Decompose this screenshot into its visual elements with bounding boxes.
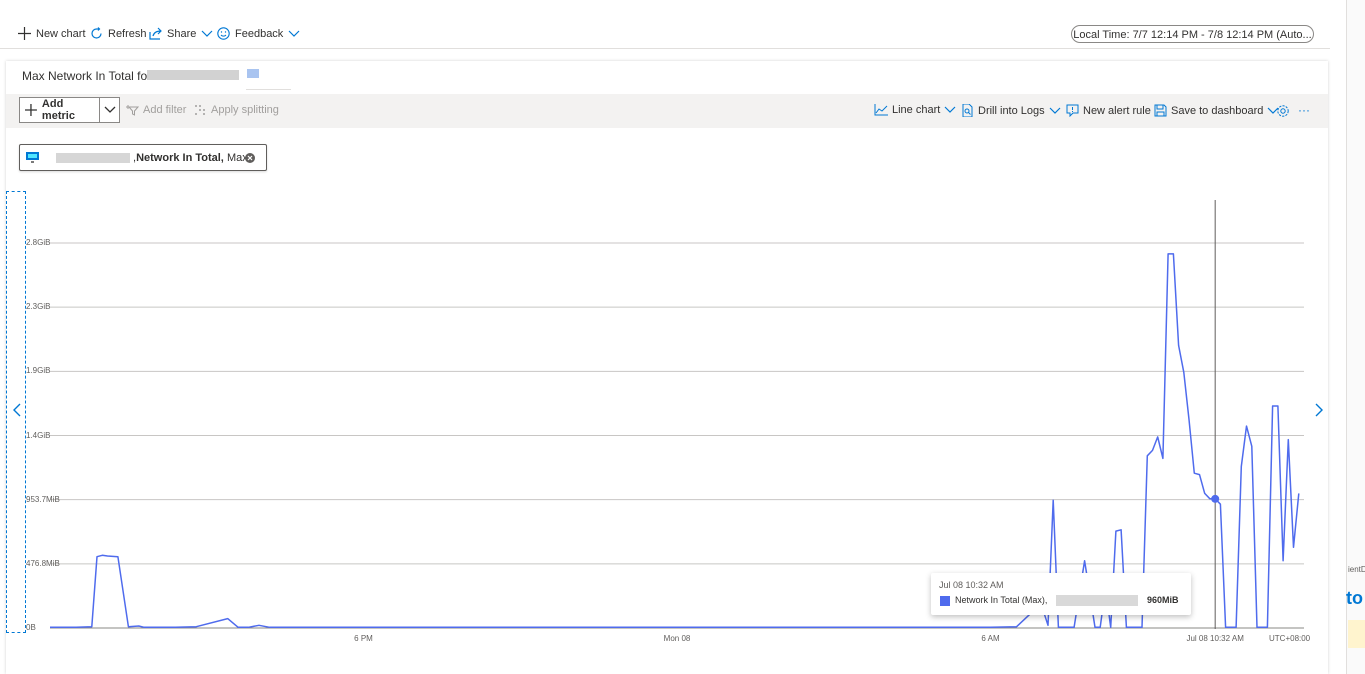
refresh-icon <box>91 27 102 39</box>
x-tick-label: Jul 08 10:32 AM <box>1186 634 1244 643</box>
chevron-left-icon[interactable] <box>12 403 21 417</box>
tooltip-datetime: Jul 08 10:32 AM <box>939 580 1004 590</box>
feedback-label: Feedback <box>235 27 284 40</box>
chart-card: Max Network In Total fo Add metric Add f… <box>6 61 1328 674</box>
y-tick-label: 1.4GiB <box>26 430 51 440</box>
plus-icon <box>18 27 31 40</box>
y-tick-label: 476.8MiB <box>26 558 60 568</box>
y-tick-label: 953.7MiB <box>26 494 60 504</box>
time-range-button[interactable]: Local Time: 7/7 12:14 PM - 7/8 12:14 PM … <box>1071 25 1314 43</box>
x-tick-label: 6 AM <box>981 634 1000 643</box>
series-line[interactable] <box>50 253 1300 629</box>
command-bar: New chart Refresh Share Feedback Local T… <box>0 0 1330 49</box>
new-chart-label: New chart <box>36 27 86 40</box>
chart-tooltip: Jul 08 10:32 AM Network In Total (Max), … <box>931 573 1191 615</box>
tooltip-series-swatch <box>940 596 950 606</box>
refresh-button[interactable]: Refresh <box>90 27 147 40</box>
share-label: Share <box>167 27 197 40</box>
timezone-label: UTC+08:00 <box>1269 634 1311 643</box>
hovered-data-point <box>1211 494 1220 503</box>
y-tick-label: 0B <box>26 623 36 632</box>
y-tick-label: 2.8GiB <box>26 238 51 247</box>
adjacent-panel-heading: to <box>1346 588 1363 608</box>
new-chart-button[interactable]: New chart <box>18 27 86 40</box>
tooltip-series-name: Network In Total (Max), <box>955 595 1048 605</box>
share-icon <box>149 27 162 40</box>
y-tick-label: 1.9GiB <box>26 366 51 376</box>
smiley-icon <box>217 27 230 40</box>
adjacent-panel-banner <box>1348 620 1365 648</box>
redacted-resource-name <box>1056 595 1138 606</box>
x-tick-label: Mon 08 <box>663 634 691 643</box>
tooltip-value: 960MiB <box>1147 595 1179 605</box>
share-button[interactable]: Share <box>149 27 213 40</box>
feedback-button[interactable]: Feedback <box>217 27 300 40</box>
adjacent-panel-text: ientD <box>1348 565 1365 574</box>
chevron-down-icon <box>288 30 300 37</box>
y-tick-label: 2.3GiB <box>26 302 51 312</box>
x-tick-label: 6 PM <box>354 634 373 643</box>
chevron-down-icon <box>201 30 213 37</box>
refresh-label: Refresh <box>108 27 147 40</box>
chevron-right-icon[interactable] <box>1315 403 1324 417</box>
